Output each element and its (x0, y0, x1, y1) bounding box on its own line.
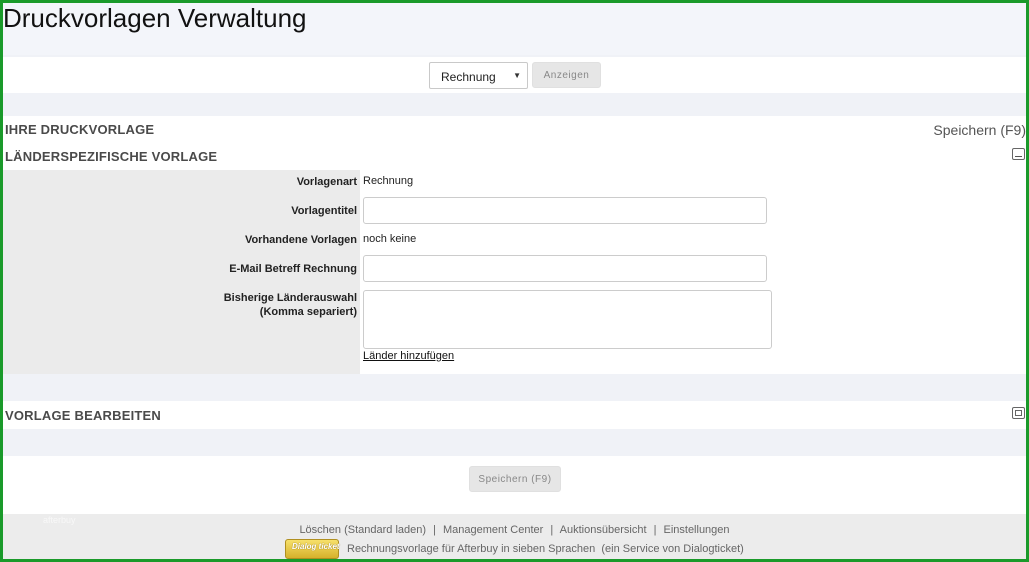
app-window: Druckvorlagen Verwaltung Rechnung ▼ Anze… (0, 0, 1029, 562)
footer-service-line: Dialog ticket Rechnungsvorlage für Afterb… (285, 539, 744, 559)
separator: | (550, 524, 554, 536)
save-link[interactable]: Speichern (F9) (933, 122, 1026, 138)
section-heading-edit-template: VORLAGE BEARBEITEN (5, 408, 162, 423)
separator: | (433, 524, 436, 536)
footer-link-auction-overview[interactable]: Auktionsübersicht (560, 524, 647, 536)
spacer (3, 93, 1026, 116)
footer-links: Löschen (Standard laden) | Management Ce… (3, 524, 1026, 536)
spacer (3, 429, 1026, 456)
save-bar: Speichern (F9) (3, 456, 1026, 514)
country-selection-label: Bisherige Länderauswahl (Komma separiert… (3, 291, 357, 319)
email-subject-label: E-Mail Betreff Rechnung (229, 263, 357, 275)
template-type-value: Rechnung (363, 175, 414, 187)
existing-templates-label: Vorhandene Vorlagen (244, 234, 357, 246)
footer: afterbuy Löschen (Standard laden) | Mana… (3, 514, 1026, 559)
collapse-icon[interactable] (1012, 148, 1025, 160)
country-selection-label-line1: Bisherige Länderauswahl (223, 292, 357, 304)
save-button[interactable]: Speichern (F9) (469, 466, 561, 492)
template-type-select-value: Rechnung (441, 70, 496, 84)
add-countries-link[interactable]: Länder hinzufügen (363, 350, 454, 362)
existing-templates-value: noch keine (363, 233, 417, 245)
logo-text: Dialog ticket (292, 542, 340, 551)
separator: | (653, 524, 657, 536)
expand-icon[interactable] (1012, 407, 1025, 419)
footer-description: Rechnungsvorlage für Afterbuy in sieben … (347, 543, 744, 555)
dialogticket-logo[interactable]: Dialog ticket (285, 539, 340, 559)
template-selector-bar: Rechnung ▼ Anzeigen (3, 57, 1026, 93)
template-form: Vorlagenart Rechnung Vorlagentitel Vorha… (3, 170, 1026, 376)
country-selection-textarea[interactable] (363, 290, 772, 349)
template-section: IHRE DRUCKVORLAGE Speichern (F9) LÄNDERS… (3, 116, 1026, 376)
template-type-label: Vorlagenart (296, 176, 357, 188)
footer-link-management-center[interactable]: Management Center (443, 524, 543, 536)
email-subject-input[interactable] (363, 255, 767, 282)
chevron-down-icon: ▼ (513, 71, 521, 80)
spacer (3, 374, 1026, 401)
section-heading-template: IHRE DRUCKVORLAGE (5, 122, 155, 137)
title-bar: Druckvorlagen Verwaltung (3, 3, 1026, 55)
section-heading-country-template: LÄNDERSPEZIFISCHE VORLAGE (5, 149, 218, 164)
country-selection-label-line2: (Komma separiert) (259, 306, 357, 318)
template-type-select[interactable]: Rechnung ▼ (429, 62, 528, 89)
footer-link-settings[interactable]: Einstellungen (663, 524, 729, 536)
footer-link-delete[interactable]: Löschen (Standard laden) (299, 524, 426, 536)
show-button[interactable]: Anzeigen (532, 62, 601, 88)
edit-template-section: VORLAGE BEARBEITEN (3, 401, 1026, 429)
template-title-label: Vorlagentitel (291, 205, 357, 217)
template-title-input[interactable] (363, 197, 767, 224)
page-title: Druckvorlagen Verwaltung (3, 3, 307, 33)
